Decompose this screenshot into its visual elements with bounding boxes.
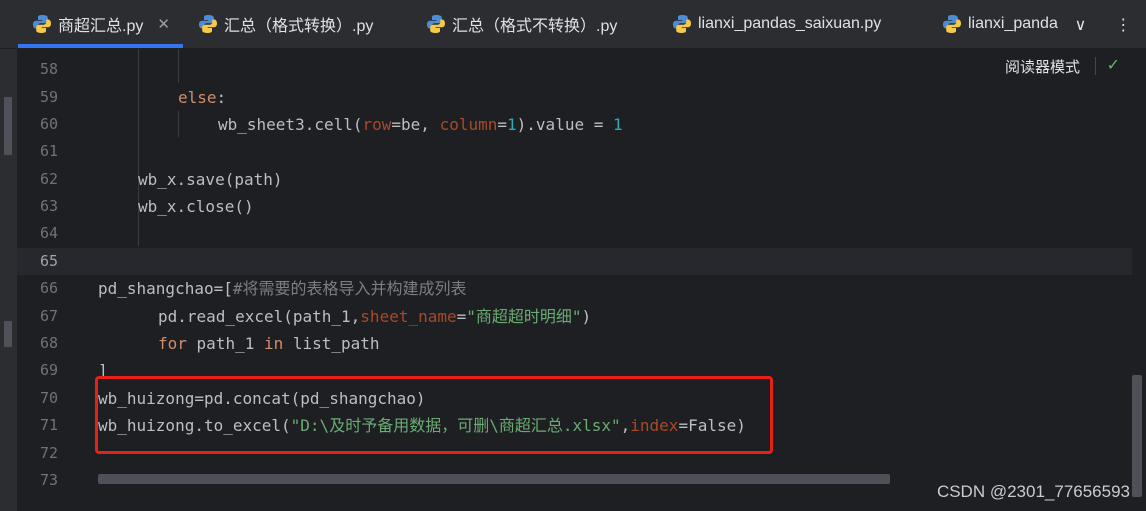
tab-label: 商超汇总.py	[58, 18, 144, 35]
line-number: 62	[39, 170, 58, 188]
code-line-68: for path_1 in list_path	[158, 334, 380, 353]
line-number: 59	[39, 88, 58, 106]
more-vertical-icon[interactable]: ⋮	[1115, 15, 1131, 34]
divider	[1095, 57, 1096, 75]
fold-marker	[4, 321, 12, 347]
tab-huizong-geshi-buzhuanhuan[interactable]: 汇总（格式不转换）.py	[426, 0, 651, 48]
line-number: 71	[39, 416, 58, 434]
line-number: 64	[39, 224, 58, 242]
chevron-down-icon[interactable]: ∨	[1075, 15, 1087, 34]
tab-label: 汇总（格式不转换）.py	[452, 18, 618, 35]
code-line-62: wb_x.save(path)	[138, 170, 283, 189]
tab-label: 汇总（格式转换）.py	[224, 18, 374, 35]
tab-shangchao-huizong[interactable]: 商超汇总.py ✕	[18, 0, 183, 48]
fold-marker	[4, 97, 12, 155]
left-scroll-strip	[0, 49, 17, 511]
python-icon	[943, 15, 961, 33]
highlight-box	[95, 376, 773, 454]
line-number: 73	[39, 471, 58, 489]
python-icon	[199, 15, 217, 33]
reader-mode-toggle[interactable]: 阅读器模式	[1005, 56, 1080, 77]
code-editor[interactable]: 58 59 60 61 62 63 64 65 66 67 68 69 70 7…	[0, 49, 1146, 511]
code-line-66: pd_shangchao=[#将需要的表格导入并构建成列表	[98, 279, 467, 298]
tab-actions: ∨ ⋮	[1060, 0, 1146, 48]
close-tab-icon[interactable]: ✕	[157, 15, 170, 33]
current-line-highlight	[17, 248, 1132, 275]
tab-lianxi-pandas-saixuan[interactable]: lianxi_pandas_saixuan.py	[672, 0, 922, 48]
code-line-63: wb_x.close()	[138, 197, 254, 216]
line-number-current: 65	[39, 252, 58, 270]
code-line-60: wb_sheet3.cell(row=be, column=1).value =…	[218, 115, 623, 134]
code-line-67: pd.read_excel(path_1,sheet_name="商超超时明细"…	[158, 307, 592, 326]
tab-label: lianxi_panda	[968, 15, 1058, 32]
line-number: 60	[39, 115, 58, 133]
tab-lianxi-pandas-truncated[interactable]: lianxi_panda	[942, 0, 1060, 48]
line-number: 70	[39, 389, 58, 407]
python-icon	[33, 15, 51, 33]
line-number: 66	[39, 279, 58, 297]
code-line-59: else:	[178, 88, 227, 107]
vertical-scrollbar[interactable]	[1132, 375, 1142, 497]
line-number: 69	[39, 361, 58, 379]
indent-guide	[178, 111, 179, 137]
indent-guide	[178, 49, 179, 83]
line-number: 67	[39, 307, 58, 325]
line-number: 68	[39, 334, 58, 352]
line-number: 58	[39, 60, 58, 78]
python-icon	[427, 15, 445, 33]
horizontal-scrollbar[interactable]	[98, 474, 890, 484]
tab-huizong-geshi-zhuanhuan[interactable]: 汇总（格式转换）.py	[198, 0, 408, 48]
line-number: 63	[39, 197, 58, 215]
tab-label: lianxi_pandas_saixuan.py	[698, 15, 882, 32]
editor-tab-bar: 商超汇总.py ✕ 汇总（格式转换）.py 汇总（格式不转换）.py lianx…	[0, 0, 1146, 49]
python-icon	[673, 15, 691, 33]
watermark: CSDN @2301_77656593	[936, 482, 1130, 501]
line-number: 61	[39, 142, 58, 160]
line-number: 72	[39, 444, 58, 462]
check-icon[interactable]: ✓	[1107, 55, 1120, 74]
